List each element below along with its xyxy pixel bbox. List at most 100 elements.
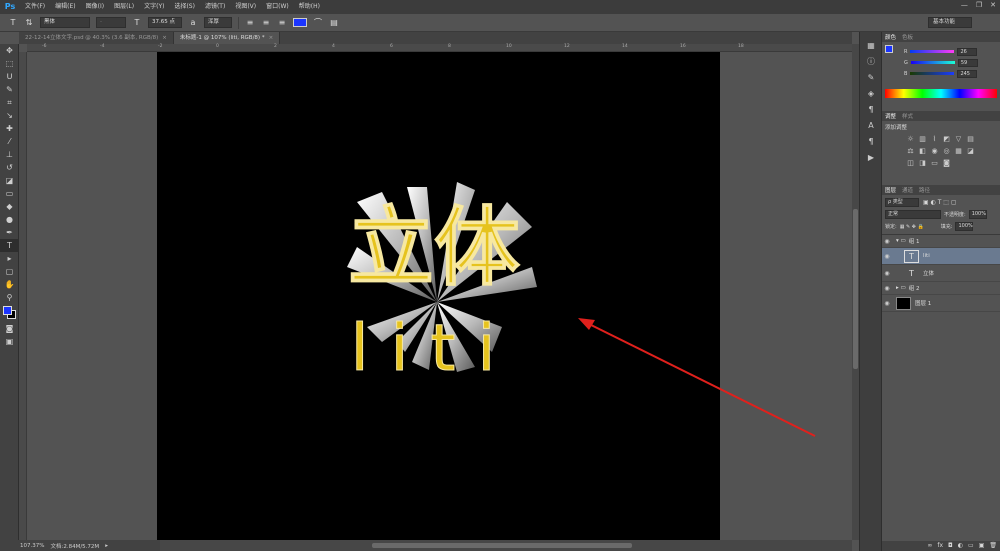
- menu-file[interactable]: 文件(F): [20, 0, 50, 14]
- text-tool-icon[interactable]: T: [0, 239, 19, 252]
- filter-icons[interactable]: ▣ ◐ T ⬚ ▢: [923, 199, 957, 206]
- restore-button[interactable]: ❐: [976, 1, 982, 9]
- tab-swatches[interactable]: 色板: [902, 33, 913, 41]
- hand-tool-icon[interactable]: ✋: [0, 278, 19, 291]
- brush-tool-icon[interactable]: ⁄: [0, 135, 19, 148]
- slider-b[interactable]: B 245: [882, 68, 1000, 79]
- shape-tool-icon[interactable]: ▢: [0, 265, 19, 278]
- brush-panel-icon[interactable]: ✎: [860, 70, 882, 86]
- fill-input[interactable]: 100%: [955, 222, 974, 231]
- eye-icon[interactable]: ◉: [882, 238, 892, 245]
- path-select-tool-icon[interactable]: ▸: [0, 252, 19, 265]
- warp-text-icon[interactable]: ⌒: [313, 18, 323, 28]
- menu-window[interactable]: 窗口(W): [261, 0, 294, 14]
- vertical-scrollbar[interactable]: [852, 44, 859, 540]
- eyedropper-tool-icon[interactable]: ↘: [0, 109, 19, 122]
- color-balance-icon[interactable]: ⚖: [906, 147, 915, 156]
- antialias-select[interactable]: 浑厚: [204, 17, 232, 28]
- tab-document-2[interactable]: 未标题-1 @ 107% (liti, RGB/8) * ×: [173, 32, 281, 44]
- canvas-area[interactable]: 立体 liti: [27, 52, 852, 540]
- levels-icon[interactable]: ▥: [918, 135, 927, 144]
- blur-tool-icon[interactable]: ◆: [0, 200, 19, 213]
- horizontal-scrollbar[interactable]: [160, 540, 852, 551]
- value-r[interactable]: 26: [957, 47, 978, 56]
- layer-filter-select[interactable]: ρ 类型: [885, 198, 919, 207]
- color-lookup-icon[interactable]: ▦: [954, 147, 963, 156]
- mask-icon[interactable]: ◘: [948, 541, 953, 551]
- status-menu-icon[interactable]: ▸: [105, 543, 108, 549]
- slider-track[interactable]: [910, 61, 955, 64]
- vibrance-icon[interactable]: ▽: [954, 135, 963, 144]
- adjustment-layer-icon[interactable]: ◐: [958, 541, 963, 551]
- layer-row[interactable]: ◉ T 立体: [882, 265, 1000, 282]
- panel-fg-swatch[interactable]: [885, 45, 893, 53]
- text-color-swatch[interactable]: [293, 18, 307, 27]
- posterize-icon[interactable]: ◫: [906, 159, 915, 168]
- font-size-select[interactable]: 37.65 点: [148, 17, 182, 28]
- menu-help[interactable]: 帮助(H): [294, 0, 325, 14]
- tab-color[interactable]: 颜色: [885, 33, 896, 41]
- tab-styles[interactable]: 样式: [902, 112, 913, 120]
- menu-layer[interactable]: 图层(L): [109, 0, 139, 14]
- menu-select[interactable]: 选择(S): [169, 0, 200, 14]
- type-tool-icon[interactable]: T: [8, 18, 18, 28]
- close-button[interactable]: ✕: [990, 1, 996, 9]
- layer-row[interactable]: ◉ ▾ ▭ 组 1: [882, 235, 1000, 248]
- hue-icon[interactable]: ▤: [966, 135, 975, 144]
- menu-edit[interactable]: 编辑(E): [50, 0, 80, 14]
- close-tab-icon[interactable]: ×: [162, 35, 167, 41]
- eraser-tool-icon[interactable]: ◪: [0, 174, 19, 187]
- lasso-tool-icon[interactable]: ᑌ: [0, 70, 19, 83]
- opacity-input[interactable]: 100%: [968, 210, 987, 219]
- new-group-icon[interactable]: ▭: [968, 541, 974, 551]
- eye-icon[interactable]: ◉: [882, 270, 892, 277]
- fx-icon[interactable]: fx: [937, 541, 943, 551]
- workspace-select[interactable]: 基本功能: [928, 17, 972, 28]
- history-brush-tool-icon[interactable]: ↺: [0, 161, 19, 174]
- link-icon[interactable]: ∞: [927, 541, 932, 551]
- clone-source-icon[interactable]: ◈: [860, 86, 882, 102]
- channel-mixer-icon[interactable]: ◎: [942, 147, 951, 156]
- slider-track[interactable]: [910, 50, 955, 53]
- eye-icon[interactable]: ◉: [882, 253, 892, 260]
- new-layer-icon[interactable]: ▣: [979, 541, 985, 551]
- minimize-button[interactable]: —: [961, 1, 968, 9]
- menu-view[interactable]: 视图(V): [230, 0, 261, 14]
- layer-row[interactable]: ◉ T liti: [882, 248, 1000, 265]
- pen-tool-icon[interactable]: ✒: [0, 226, 19, 239]
- exposure-icon[interactable]: ◩: [942, 135, 951, 144]
- clone-stamp-tool-icon[interactable]: ⊥: [0, 148, 19, 161]
- toggle-orientation-icon[interactable]: ⇅: [24, 18, 34, 28]
- lock-icons[interactable]: ▦ ✎ ✥ 🔒: [900, 224, 924, 230]
- tab-layers[interactable]: 图层: [885, 186, 896, 194]
- paragraph-icon[interactable]: ¶: [860, 102, 882, 118]
- screen-mode-icon[interactable]: ▣: [0, 335, 19, 348]
- scroll-thumb[interactable]: [853, 209, 858, 369]
- slider-r[interactable]: R 26: [882, 46, 1000, 57]
- actions-icon[interactable]: ▶: [860, 150, 882, 166]
- font-style-select[interactable]: -: [96, 17, 126, 28]
- tab-paths[interactable]: 路径: [919, 186, 930, 194]
- eye-icon[interactable]: ◉: [882, 300, 892, 307]
- character-icon[interactable]: A: [860, 118, 882, 134]
- close-tab-icon[interactable]: ×: [269, 35, 274, 41]
- gradient-tool-icon[interactable]: ▭: [0, 187, 19, 200]
- value-g[interactable]: 59: [957, 58, 978, 67]
- tab-adjustments[interactable]: 调整: [885, 112, 896, 120]
- curves-icon[interactable]: ⌇: [930, 135, 939, 144]
- scroll-thumb[interactable]: [372, 543, 632, 548]
- crop-tool-icon[interactable]: ⌗: [0, 96, 19, 109]
- healing-brush-tool-icon[interactable]: ✚: [0, 122, 19, 135]
- info-icon[interactable]: ⓘ: [860, 54, 882, 70]
- marquee-tool-icon[interactable]: ⬚: [0, 57, 19, 70]
- folder-open-icon[interactable]: ▾ ▭: [896, 238, 906, 244]
- align-right-icon[interactable]: ≡: [277, 18, 287, 28]
- photo-filter-icon[interactable]: ◉: [930, 147, 939, 156]
- tab-document-1[interactable]: 22-12-14立体文字.psd @ 40.3% (3.6 副本, RGB/8)…: [19, 32, 174, 44]
- eye-icon[interactable]: ◉: [882, 285, 892, 292]
- zoom-level[interactable]: 107.37%: [20, 543, 44, 549]
- value-b[interactable]: 245: [957, 69, 978, 78]
- align-center-icon[interactable]: ≡: [261, 18, 271, 28]
- paragraph-style-icon[interactable]: ¶: [860, 134, 882, 150]
- gradient-map-icon[interactable]: ▭: [930, 159, 939, 168]
